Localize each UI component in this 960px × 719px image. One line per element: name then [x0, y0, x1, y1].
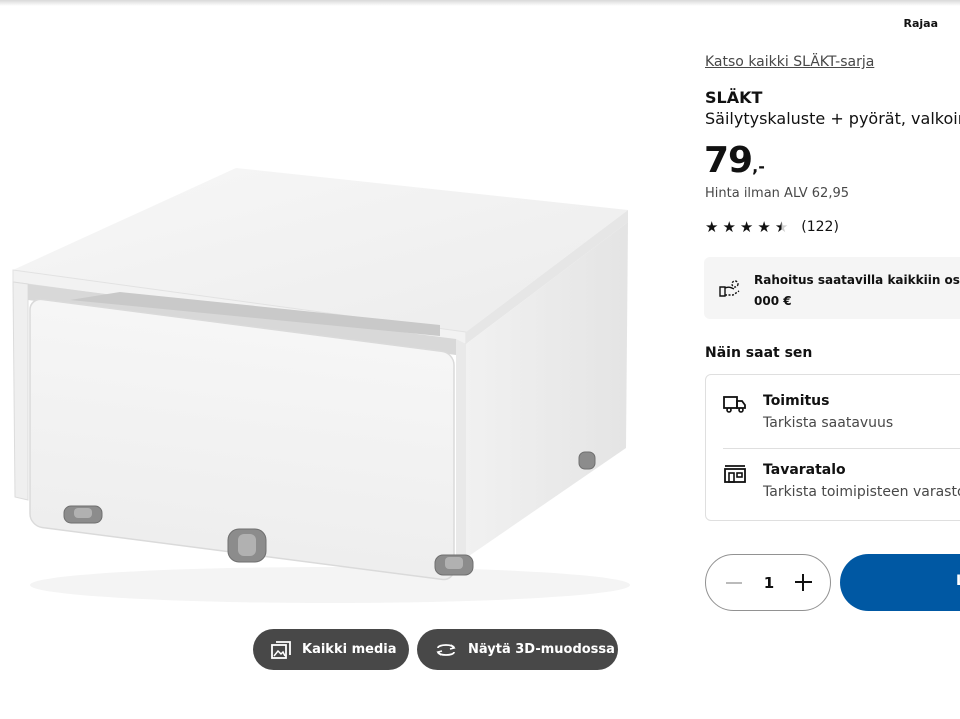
- delivery-option-subtitle: Tarkista saatavuus: [763, 415, 894, 431]
- quantity-stepper[interactable]: 1: [705, 554, 831, 611]
- delivery-option[interactable]: Toimitus Tarkista saatavuus: [706, 375, 960, 448]
- store-option-title: Tavaratalo: [763, 462, 846, 478]
- delivery-option-title: Toimitus: [763, 393, 830, 409]
- store-icon: [723, 464, 747, 488]
- series-link[interactable]: Katso kaikki SLÄKT-sarja: [705, 54, 874, 70]
- truck-icon: [723, 395, 747, 417]
- product-image[interactable]: [0, 150, 650, 610]
- delivery-section-title: Näin saat sen: [705, 345, 813, 361]
- delivery-options: Toimitus Tarkista saatavuus Tavaratalo T…: [705, 374, 960, 521]
- price-excluding-vat: Hinta ilman ALV 62,95: [705, 186, 849, 201]
- view-3d-label: Näytä 3D-muodossa: [468, 642, 615, 657]
- star-icon: ★: [705, 218, 719, 236]
- star-icon: ★: [722, 218, 736, 236]
- quantity-value: 1: [763, 574, 775, 592]
- financing-banner[interactable]: Rahoitus saatavilla kaikkiin ostok 000 €: [704, 257, 960, 319]
- coin-hand-icon: [719, 279, 741, 303]
- price-integer: 79: [704, 140, 753, 181]
- financing-line-2: 000 €: [754, 294, 792, 308]
- add-to-cart-label: L: [956, 573, 960, 589]
- increase-quantity-button[interactable]: [795, 574, 812, 591]
- star-icon: ★: [739, 218, 754, 236]
- rating[interactable]: ★ ★ ★ ★ ★ (122): [705, 219, 839, 235]
- gallery-icon: [271, 640, 291, 659]
- all-media-button[interactable]: Kaikki media: [253, 629, 409, 670]
- filter-button[interactable]: Rajaa: [903, 17, 938, 30]
- rotate-3d-icon: [435, 642, 457, 658]
- financing-line-1: Rahoitus saatavilla kaikkiin ostok: [754, 273, 960, 287]
- add-to-cart-button[interactable]: L: [840, 554, 960, 611]
- product-description: Säilytyskaluste + pyörät, valkoinen: [705, 109, 960, 128]
- store-option[interactable]: Tavaratalo Tarkista toimipisteen varasto…: [706, 449, 960, 521]
- store-option-subtitle: Tarkista toimipisteen varastos: [763, 484, 960, 500]
- product-name: SLÄKT: [705, 88, 763, 107]
- rating-count: (122): [801, 219, 839, 235]
- half-star-icon: ★: [774, 218, 789, 236]
- header-shadow: [0, 0, 960, 6]
- price-decimal: ,-: [752, 157, 765, 176]
- price: 79,-: [704, 140, 765, 181]
- decrease-quantity-button[interactable]: [726, 582, 742, 584]
- view-3d-button[interactable]: Näytä 3D-muodossa: [417, 629, 618, 670]
- all-media-label: Kaikki media: [302, 642, 397, 657]
- star-icon: ★: [757, 218, 771, 236]
- financing-text: Rahoitus saatavilla kaikkiin ostok 000 €: [754, 270, 960, 312]
